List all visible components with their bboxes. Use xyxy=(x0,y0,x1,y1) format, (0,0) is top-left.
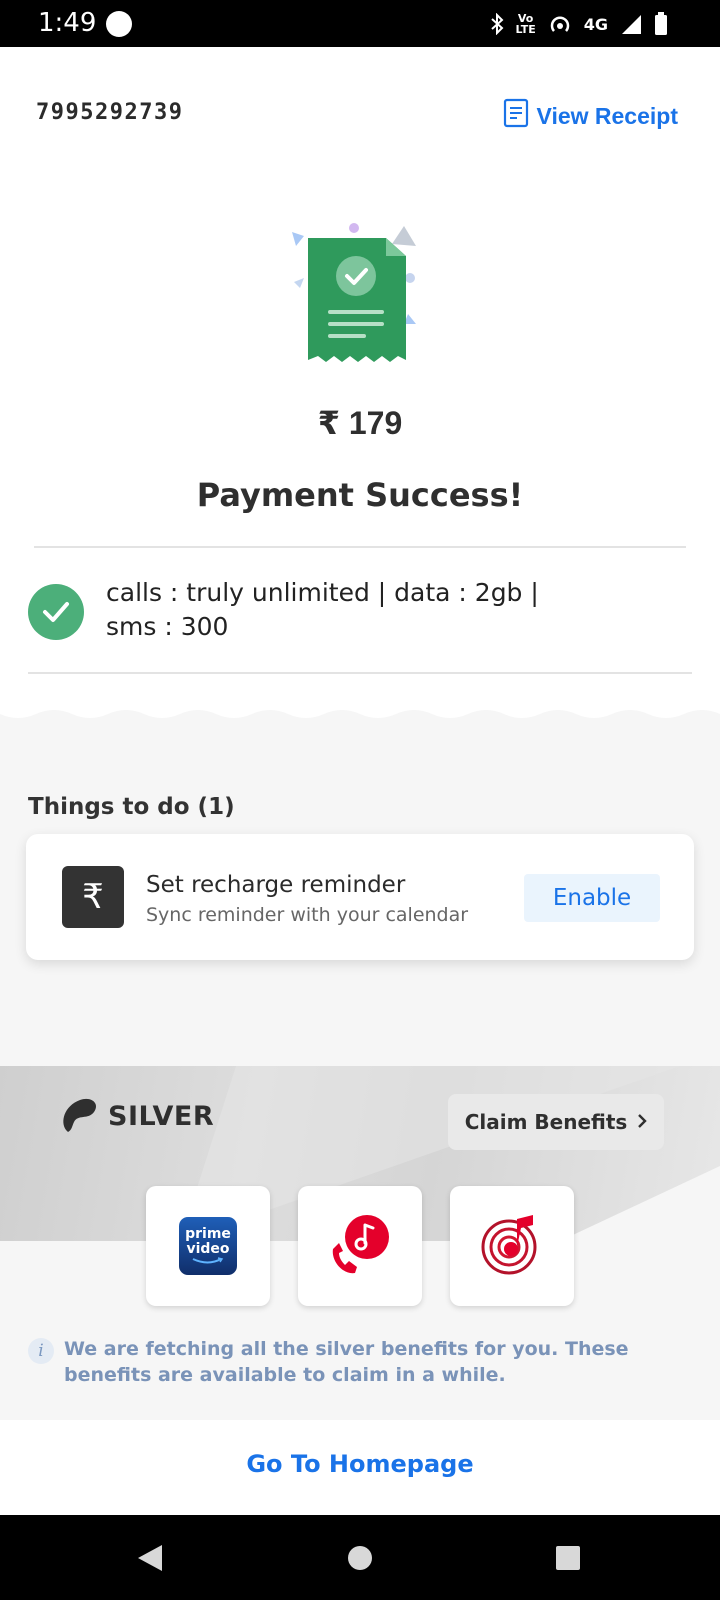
prime-line2: video xyxy=(186,1241,230,1257)
signal-icon xyxy=(620,13,642,35)
home-icon xyxy=(348,1545,372,1570)
music-phone-icon xyxy=(325,1209,395,1284)
plan-details: calls : truly unlimited | data : 2gb | s… xyxy=(106,578,539,641)
chevron-right-icon xyxy=(637,1110,647,1134)
home-button[interactable] xyxy=(320,1515,400,1600)
view-receipt-button[interactable]: View Receipt xyxy=(503,98,678,134)
status-bar: 1:49 Vo LTE 4G xyxy=(0,0,720,47)
silver-tier-label: SILVER xyxy=(108,1101,215,1132)
divider xyxy=(34,546,686,548)
back-button[interactable] xyxy=(110,1515,190,1600)
wave-divider xyxy=(0,700,720,718)
airtel-logo-icon xyxy=(56,1092,100,1141)
hotspot-icon xyxy=(548,13,572,35)
phone-number: 7995292739 xyxy=(36,100,184,125)
airtel-silver-logo: SILVER xyxy=(56,1092,214,1141)
payment-amount: ₹ 179 xyxy=(317,405,403,441)
view-receipt-label: View Receipt xyxy=(536,102,678,129)
battery-icon xyxy=(654,12,668,36)
benefit-prime-video[interactable]: prime video xyxy=(146,1186,270,1306)
volte-icon: Vo LTE xyxy=(516,13,536,35)
todo-subtitle: Sync reminder with your calendar xyxy=(146,904,469,926)
silver-info-text: We are fetching all the silver benefits … xyxy=(64,1338,629,1386)
network-type: 4G xyxy=(583,14,608,34)
recents-button[interactable] xyxy=(528,1515,608,1600)
silver-info-row: i We are fetching all the silver benefit… xyxy=(28,1336,678,1388)
status-icons: Vo LTE 4G xyxy=(490,6,668,42)
back-icon xyxy=(138,1544,162,1571)
rupee-icon: ₹ xyxy=(62,866,124,928)
divider xyxy=(28,672,692,674)
recharge-reminder-card: ₹ Set recharge reminder Sync reminder wi… xyxy=(26,834,694,960)
recents-icon xyxy=(556,1545,580,1570)
payment-status-title: Payment Success! xyxy=(196,476,524,514)
go-to-homepage-link[interactable]: Go To Homepage xyxy=(0,1450,720,1478)
claim-benefits-label: Claim Benefits xyxy=(464,1110,628,1134)
receipt-icon xyxy=(503,98,529,134)
navigation-bar xyxy=(0,1515,720,1600)
wynk-music-icon xyxy=(477,1209,547,1284)
receipt-success-illustration xyxy=(290,222,430,372)
things-to-do-title: Things to do (1) xyxy=(28,794,235,820)
status-time: 1:49 xyxy=(38,8,97,38)
benefit-hellotunes[interactable] xyxy=(298,1186,422,1306)
info-icon: i xyxy=(28,1338,54,1364)
benefit-wynk-music[interactable] xyxy=(450,1186,574,1306)
success-check-icon xyxy=(28,584,84,640)
notification-dot-icon xyxy=(106,11,132,37)
todo-title: Set recharge reminder xyxy=(146,872,406,898)
prime-line1: prime xyxy=(185,1226,231,1242)
bluetooth-icon xyxy=(490,13,504,35)
claim-benefits-button[interactable]: Claim Benefits xyxy=(448,1094,664,1150)
prime-video-icon: prime video xyxy=(179,1217,237,1275)
volte-bottom: LTE xyxy=(515,23,536,36)
enable-reminder-button[interactable]: Enable xyxy=(524,874,660,922)
